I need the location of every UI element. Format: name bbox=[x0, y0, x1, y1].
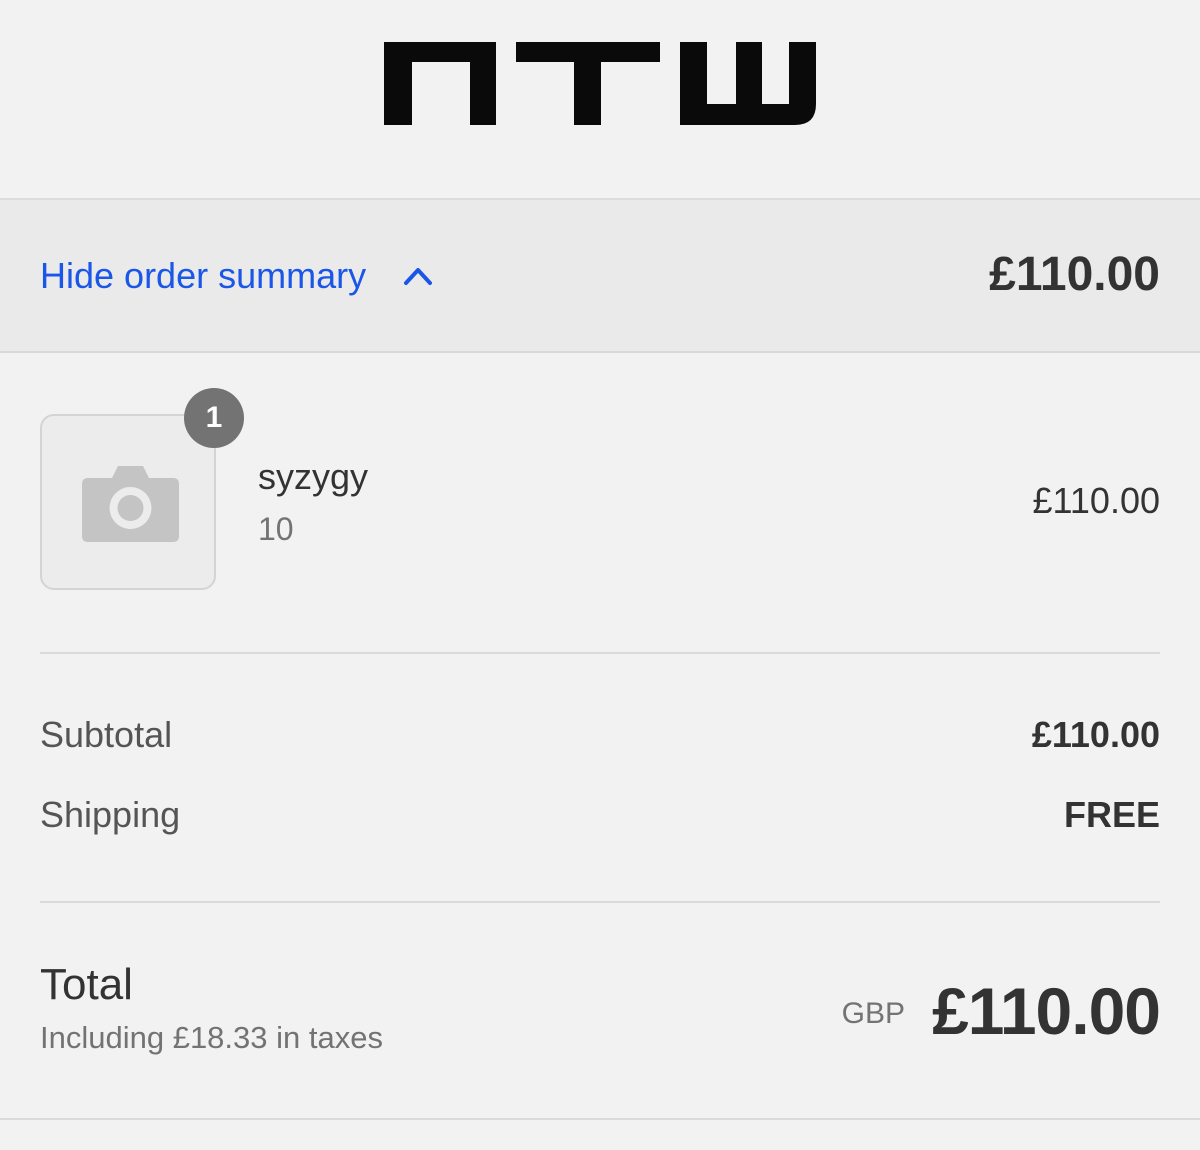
total-label: Total bbox=[40, 960, 133, 1009]
hide-order-summary-link[interactable]: Hide order summary bbox=[40, 254, 366, 298]
product-variant: 10 bbox=[258, 511, 294, 547]
store-logo[interactable] bbox=[384, 42, 816, 125]
summary-total-price: £110.00 bbox=[989, 248, 1160, 301]
product-price: £110.00 bbox=[1032, 480, 1160, 521]
tax-note: Including £18.33 in taxes bbox=[40, 1020, 383, 1055]
currency-code: GBP bbox=[841, 997, 905, 1030]
camera-icon bbox=[82, 466, 179, 542]
product-name: syzygy bbox=[258, 456, 369, 497]
divider bbox=[40, 652, 1160, 654]
store-header bbox=[0, 0, 1200, 200]
shipping-label: Shipping bbox=[40, 794, 181, 835]
subtotal-value: £110.00 bbox=[1031, 714, 1160, 755]
shipping-value: FREE bbox=[1063, 794, 1160, 835]
product-thumbnail bbox=[40, 414, 216, 590]
divider bbox=[40, 901, 1160, 903]
bottom-divider bbox=[0, 1118, 1200, 1120]
grand-total-price: £110.00 bbox=[932, 974, 1161, 1048]
subtotal-label: Subtotal bbox=[40, 714, 173, 755]
chevron-up-icon[interactable] bbox=[403, 262, 433, 288]
quantity-badge: 1 bbox=[184, 388, 244, 448]
